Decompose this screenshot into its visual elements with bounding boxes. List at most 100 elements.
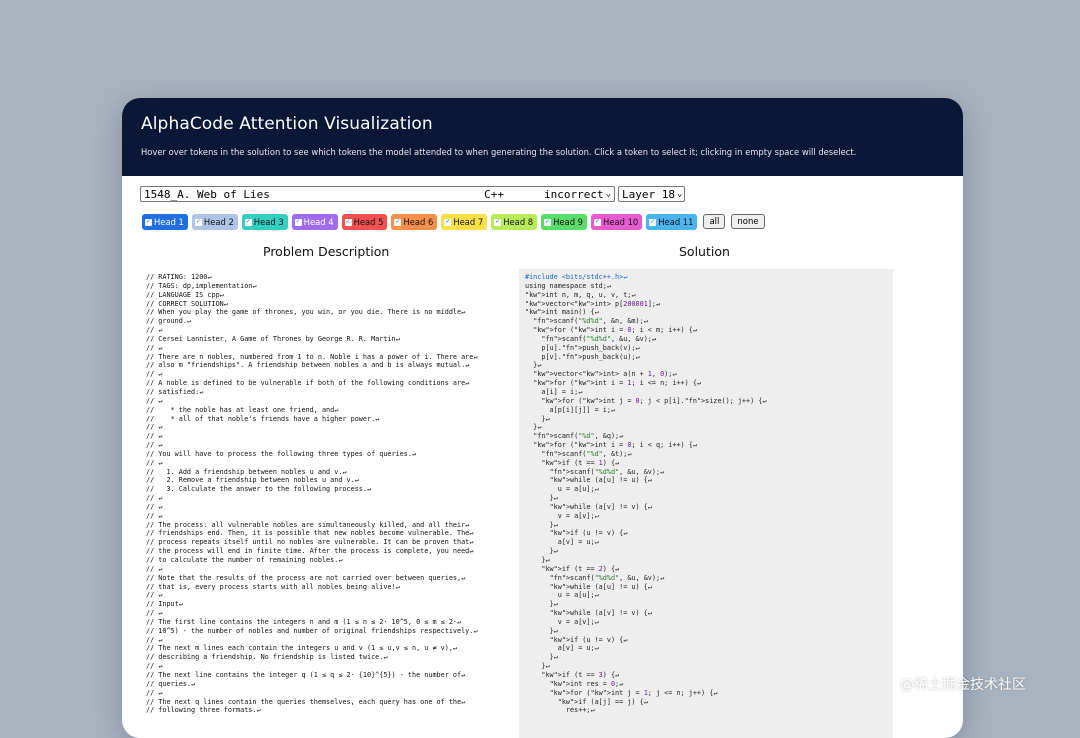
problem-line: // The next line contains the integer q … xyxy=(146,670,466,679)
checkbox-icon[interactable]: ✓ xyxy=(294,218,302,226)
problem-line: // LANGUAGE IS cpp↵ xyxy=(146,290,224,299)
checkbox-icon[interactable]: ✓ xyxy=(594,218,602,226)
checkbox-icon[interactable]: ✓ xyxy=(394,218,402,226)
solution-line[interactable]: p[v]."fn">push_back(u);↵ xyxy=(525,353,767,362)
solution-line[interactable]: "kw">if (u != v) {↵ xyxy=(525,636,767,645)
solution-line[interactable]: }↵ xyxy=(525,361,767,370)
problem-select[interactable]: 1548_A. Web of Lies C++ incorrect ⌄ xyxy=(140,186,615,202)
solution-line[interactable]: "kw">if (a[j] == j) {↵ xyxy=(525,698,767,707)
solution-line[interactable]: }↵ xyxy=(525,547,767,556)
solution-line[interactable]: }↵ xyxy=(525,415,767,424)
solution-line[interactable]: }↵ xyxy=(525,423,767,432)
head-label: Head 5 xyxy=(353,217,384,227)
solution-line[interactable]: "kw">int n, m, q, u, v, t;↵ xyxy=(525,291,767,300)
problem-line: // Cersei Lannister, A Game of Thrones b… xyxy=(146,334,400,343)
checkbox-icon[interactable]: ✓ xyxy=(194,218,202,226)
checkbox-icon[interactable]: ✓ xyxy=(444,218,452,226)
header: AlphaCode Attention Visualization Hover … xyxy=(122,98,963,176)
solution-line[interactable]: #include <bits/stdc++.h>↵ xyxy=(525,273,767,282)
none-button[interactable]: none xyxy=(731,214,765,229)
solution-line[interactable]: "fn">scanf("%d%d", &u, &v);↵ xyxy=(525,574,767,583)
problem-line: // satisfied:↵ xyxy=(146,387,204,396)
head-toggle[interactable]: ✓ Head 3 xyxy=(241,214,288,230)
solution-line[interactable]: a[p[i][j]] = i;↵ xyxy=(525,406,767,415)
solution-line[interactable]: p[u]."fn">push_back(v);↵ xyxy=(525,344,767,353)
solution-line[interactable]: a[v] = u;↵ xyxy=(525,538,767,547)
solution-line[interactable]: "fn">scanf("%d%d", &u, &v);↵ xyxy=(525,335,767,344)
head-toggle[interactable]: ✓ Head 4 xyxy=(291,214,338,230)
solution-line[interactable]: v = a[v];↵ xyxy=(525,618,767,627)
solution-line[interactable]: "kw">for ("kw">int i = 0; i < q; i++) {↵ xyxy=(525,441,767,450)
head-toggle[interactable]: ✓ Head 10 xyxy=(591,214,643,230)
solution-line[interactable]: }↵ xyxy=(525,627,767,636)
solution-line[interactable]: a[v] = u;↵ xyxy=(525,644,767,653)
problem-line: // * the noble has at least one friend, … xyxy=(146,405,339,414)
solution-line[interactable]: }↵ xyxy=(525,521,767,530)
problem-line: // 3. Calculate the answer to the follow… xyxy=(146,485,372,494)
checkbox-icon[interactable]: ✓ xyxy=(494,218,502,226)
chevron-down-icon: ⌄ xyxy=(676,189,683,199)
solution-line[interactable]: res++;↵ xyxy=(525,706,767,715)
head-toggle[interactable]: ✓ Head 5 xyxy=(341,214,388,230)
solution-line[interactable]: using namespace std;↵ xyxy=(525,282,767,291)
head-label: Head 9 xyxy=(553,217,584,227)
solution-line[interactable]: v = a[v];↵ xyxy=(525,512,767,521)
chevron-down-icon: ⌄ xyxy=(605,189,611,199)
solution-line[interactable]: u = a[u];↵ xyxy=(525,485,767,494)
head-toggle[interactable]: ✓ Head 6 xyxy=(391,214,438,230)
problem-line: // ↵ xyxy=(146,494,163,503)
problem-line: // ↵ xyxy=(146,609,163,618)
solution-line[interactable]: "kw">vector<"kw">int> p[200001];↵ xyxy=(525,300,767,309)
problem-line: // The process: all vulnerable nobles ar… xyxy=(146,520,470,529)
solution-line[interactable]: "kw">for ("kw">int j = 1; j <= n; j++) {… xyxy=(525,689,767,698)
solution-line[interactable]: "kw">int res = 0;↵ xyxy=(525,680,767,689)
solution-line[interactable]: "kw">while (a[u] != u) {↵ xyxy=(525,476,767,485)
solution-line[interactable]: "fn">scanf("%d%d", &u, &v);↵ xyxy=(525,468,767,477)
solution-line[interactable]: "kw">while (a[v] != v) {↵ xyxy=(525,503,767,512)
solution-line[interactable]: "fn">scanf("%d%d", &n, &m);↵ xyxy=(525,317,767,326)
solution-line[interactable]: }↵ xyxy=(525,662,767,671)
checkbox-icon[interactable]: ✓ xyxy=(544,218,552,226)
problem-line: // TAGS: dp,implementation↵ xyxy=(146,281,257,290)
solution-line[interactable]: "fn">scanf("%d", &t);↵ xyxy=(525,450,767,459)
head-toggle[interactable]: ✓ Head 8 xyxy=(491,214,538,230)
problem-line: // ↵ xyxy=(146,688,163,697)
problem-line: // RATING: 1200↵ xyxy=(146,273,212,281)
all-button[interactable]: all xyxy=(703,214,726,229)
solution-line[interactable]: "kw">for ("kw">int i = 1; i <= n; i++) {… xyxy=(525,379,767,388)
solution-line[interactable]: "kw">while (a[u] != u) {↵ xyxy=(525,583,767,592)
checkbox-icon[interactable]: ✓ xyxy=(344,218,352,226)
head-toggle[interactable]: ✓ Head 9 xyxy=(541,214,588,230)
problem-line: // ↵ xyxy=(146,370,163,379)
checkbox-icon[interactable]: ✓ xyxy=(649,218,657,226)
problem-line: // The next m lines each contain the int… xyxy=(146,644,457,653)
solution-line[interactable]: "kw">int main() {↵ xyxy=(525,308,767,317)
layer-select[interactable]: Layer 18 ⌄ xyxy=(618,186,685,202)
solution-line[interactable]: "kw">if (u != v) {↵ xyxy=(525,529,767,538)
solution-line[interactable]: "fn">scanf("%d", &q);↵ xyxy=(525,432,767,441)
checkbox-icon[interactable]: ✓ xyxy=(145,218,152,226)
problem-line: // The next q lines contain the queries … xyxy=(146,697,466,706)
head-toggle[interactable]: ✓ Head 1 xyxy=(142,214,188,230)
solution-line[interactable]: a[i] = i;↵ xyxy=(525,388,767,397)
solution-line[interactable]: }↵ xyxy=(525,600,767,609)
solution-code[interactable]: #include <bits/stdc++.h>↵ using namespace… xyxy=(525,273,767,715)
problem-line: // ↵ xyxy=(146,502,163,511)
solution-line[interactable]: }↵ xyxy=(525,556,767,565)
head-toggle[interactable]: ✓ Head 7 xyxy=(441,214,488,230)
problem-line: // process repeats itself until no noble… xyxy=(146,538,474,547)
solution-line[interactable]: "kw">vector<"kw">int> a(n + 1, 0);↵ xyxy=(525,370,767,379)
solution-line[interactable]: u = a[u];↵ xyxy=(525,591,767,600)
solution-line[interactable]: "kw">if (t == 3) {↵ xyxy=(525,671,767,680)
solution-line[interactable]: "kw">while (a[v] != v) {↵ xyxy=(525,609,767,618)
checkbox-icon[interactable]: ✓ xyxy=(244,218,252,226)
solution-line[interactable]: }↵ xyxy=(525,494,767,503)
head-toggle[interactable]: ✓ Head 11 xyxy=(646,214,698,230)
solution-line[interactable]: "kw">for ("kw">int j = 0; j < p[i]."fn">… xyxy=(525,397,766,406)
problem-line: // to calculate the number of remaining … xyxy=(146,556,343,564)
solution-line[interactable]: "kw">if (t == 2) {↵ xyxy=(525,565,767,574)
solution-line[interactable]: "kw">if (t == 1) {↵ xyxy=(525,459,767,468)
solution-line[interactable]: "kw">for ("kw">int i = 0; i < m; i++) {↵ xyxy=(525,326,767,335)
solution-line[interactable]: }↵ xyxy=(525,653,767,662)
head-toggle[interactable]: ✓ Head 2 xyxy=(191,214,238,230)
